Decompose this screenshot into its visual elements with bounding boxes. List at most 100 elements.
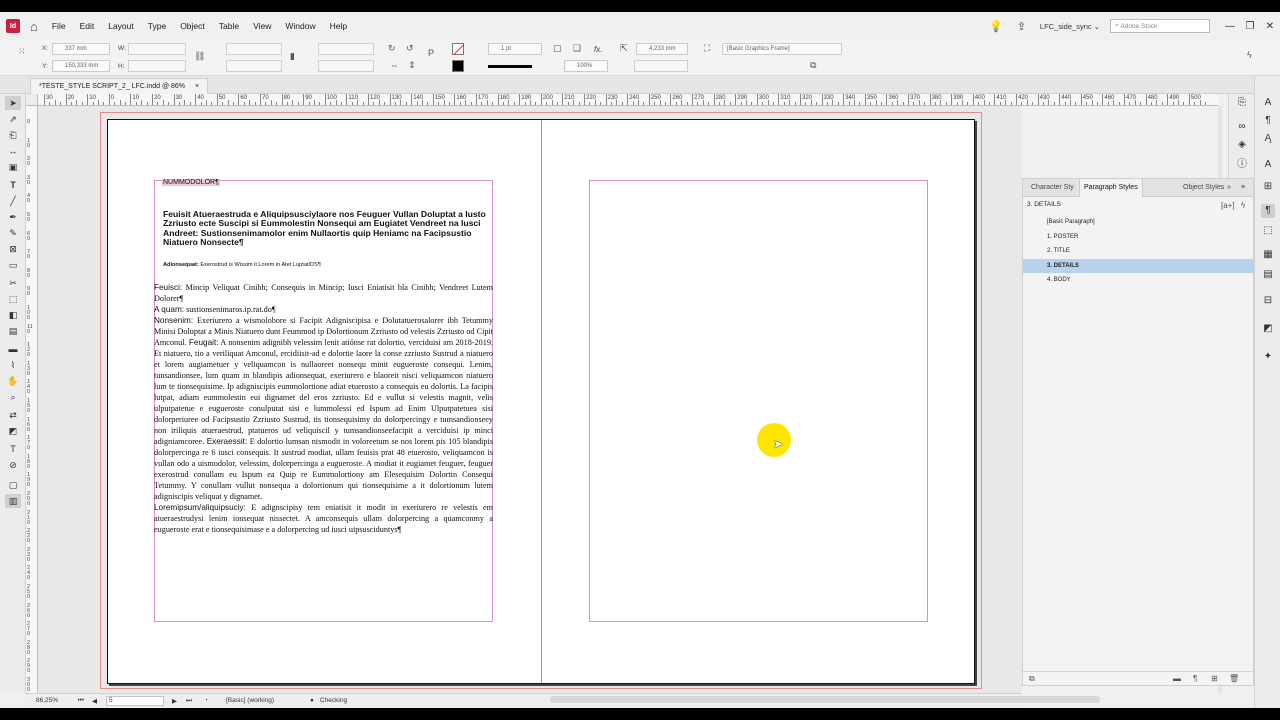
formatting-affects-icon[interactable]: T	[5, 442, 21, 456]
menu-layout[interactable]: Layout	[108, 21, 134, 31]
tab-character-styles[interactable]: Character Sty	[1027, 179, 1078, 197]
rectangle-tool-icon[interactable]: ▭	[5, 258, 21, 272]
close-window-button[interactable]: ✕	[1260, 21, 1280, 32]
pen-tool-icon[interactable]: ✒	[5, 210, 21, 224]
lightning-icon[interactable]: ϟ	[1247, 50, 1252, 60]
panel-lightning-icon[interactable]: ϟ	[1241, 201, 1245, 210]
menu-object[interactable]: Object	[180, 21, 205, 31]
home-icon[interactable]: ⌂	[30, 19, 38, 34]
stroke-swatch[interactable]	[452, 43, 464, 55]
screen-mode-icon[interactable]: ▢	[5, 478, 21, 492]
page-tool-icon[interactable]: ⎗	[5, 128, 21, 142]
direct-selection-tool-icon[interactable]: ⇗	[5, 112, 21, 126]
style-status[interactable]: [Basic] (working)	[226, 697, 274, 704]
scissors-tool-icon[interactable]: ✂	[5, 276, 21, 290]
horizontal-ruler[interactable]: 30 20 10 0 10 20 30 40 50 60 70 80 90 100 110 120 130 140…	[38, 94, 1218, 106]
minimize-button[interactable]: —	[1220, 21, 1240, 32]
paragraph-style-item[interactable]: 1. POSTER	[1023, 230, 1253, 244]
panel-expand-icon[interactable]: »	[1223, 179, 1235, 197]
cell-styles-panel-icon[interactable]: ⊟	[1261, 294, 1275, 308]
hand-tool-icon[interactable]: ✋	[5, 374, 21, 388]
fit-content-icon[interactable]: ⇱	[620, 43, 628, 54]
text-wrap-panel-icon[interactable]: ◩	[1261, 322, 1275, 336]
char-styles-panel-icon[interactable]: A	[1261, 158, 1275, 172]
title-text[interactable]: Feuisit Atueraestruda e Aliquipsusciylao…	[163, 209, 493, 248]
menu-window[interactable]: Window	[285, 21, 315, 31]
info-panel-icon[interactable]: ⓘ	[1235, 158, 1249, 172]
first-page-icon[interactable]: ⏮	[78, 697, 84, 705]
workspace-switcher[interactable]: LFC_side_sync ⌄	[1040, 22, 1100, 31]
cc-libraries-panel-icon[interactable]: ⊞	[1261, 180, 1275, 194]
ruler-origin[interactable]	[26, 94, 38, 106]
object-style-select[interactable]: [Basic Graphics Frame]	[722, 43, 842, 55]
clear-overrides-icon[interactable]: ⧉	[810, 60, 816, 71]
load-styles-icon[interactable]: ⧉	[1029, 674, 1035, 684]
table-styles-panel-icon[interactable]: ▤	[1261, 268, 1275, 282]
last-page-icon[interactable]: ⏭	[186, 697, 192, 705]
effects-panel-icon[interactable]: ✦	[1261, 350, 1275, 364]
menu-table[interactable]: Table	[219, 21, 239, 31]
x-position-field[interactable]: 337 mm	[52, 43, 110, 55]
layers-panel-icon[interactable]: ◈	[1235, 138, 1249, 152]
paragraph-styles-panel-icon[interactable]: ¶	[1261, 204, 1275, 218]
close-tab-icon[interactable]: ×	[195, 83, 199, 90]
page-spread[interactable]: NUMMODOLOR¶ Feuisit Atueraestruda e Aliq…	[107, 119, 975, 684]
links-panel-icon[interactable]: ∞	[1235, 120, 1249, 134]
character-panel-icon[interactable]: A	[1261, 96, 1275, 110]
new-style-icon[interactable]: ⊞	[1211, 674, 1218, 683]
stroke-type-selector[interactable]	[488, 65, 532, 68]
vertical-ruler[interactable]: 0 10 20 30 40 50 60 70 80 90 100 110 120 130 140 150 160…	[26, 106, 38, 694]
content-collector-icon[interactable]: ▣	[5, 160, 21, 174]
menu-view[interactable]: View	[253, 21, 271, 31]
delete-style-icon[interactable]: 🗑	[1229, 674, 1239, 683]
line-tool-icon[interactable]: ╱	[5, 194, 21, 208]
right-page-margin[interactable]	[589, 180, 928, 622]
flip-horizontal-icon[interactable]: ⇔	[390, 60, 399, 70]
folder-icon[interactable]: ▬	[1173, 674, 1181, 683]
maximize-button[interactable]: ❐	[1240, 21, 1260, 32]
details-text[interactable]: Adionsequat: Exerostrud is Wissim it Lor…	[163, 262, 493, 268]
open-page-icon[interactable]: ◔	[204, 697, 208, 704]
pasteboard[interactable]: NUMMODOLOR¶ Feuisit Atueraestruda e Aliq…	[38, 106, 1022, 693]
corner-shape-field[interactable]	[634, 60, 688, 72]
share-icon[interactable]: ⇪	[1017, 20, 1026, 33]
type-tool-icon[interactable]: T	[5, 178, 21, 192]
pages-panel-icon[interactable]: ⎘	[1235, 96, 1249, 110]
reference-point-icon[interactable]: ⁙	[18, 46, 26, 57]
opacity-field[interactable]: 100%	[564, 60, 608, 72]
adobe-stock-search[interactable]: ⌕ Adobe Stock	[1110, 19, 1210, 33]
gradient-tool-icon[interactable]: ◧	[5, 308, 21, 322]
menu-file[interactable]: File	[52, 21, 66, 31]
menu-type[interactable]: Type	[148, 21, 166, 31]
rotation-field[interactable]	[318, 43, 374, 55]
gap-tool-icon[interactable]: ↔	[5, 144, 21, 158]
note-tool-icon[interactable]: ▬	[5, 342, 21, 356]
eyedropper-tool-icon[interactable]: ⌇	[5, 358, 21, 372]
paragraph-style-item[interactable]: 3. DETAILS	[1023, 258, 1253, 273]
menu-edit[interactable]: Edit	[80, 21, 95, 31]
previous-page-icon[interactable]: ◀	[92, 697, 97, 705]
glyphs-panel-icon[interactable]: Ą	[1261, 132, 1275, 146]
shear-field[interactable]	[318, 60, 374, 72]
scale-x-field[interactable]	[226, 43, 282, 55]
height-field[interactable]	[128, 60, 186, 72]
new-group-icon[interactable]: [a+]	[1221, 201, 1235, 210]
scale-y-field[interactable]	[226, 60, 282, 72]
lightbulb-icon[interactable]: 💡	[989, 20, 1003, 33]
horizontal-scrollbar[interactable]	[550, 696, 1100, 703]
paragraph-style-item[interactable]: [Basic Paragraph]	[1023, 215, 1253, 229]
preflight-status[interactable]: Checking	[320, 697, 347, 704]
constrain-proportions-icon[interactable]: ⛓	[194, 51, 205, 62]
selection-tool-icon[interactable]: ➤	[5, 96, 21, 110]
fill-swatch[interactable]	[452, 60, 464, 72]
panel-menu-icon[interactable]: ≡	[1237, 179, 1249, 197]
stroke-weight-field[interactable]: 1 pt	[488, 43, 542, 55]
corner-size-field[interactable]: 4,233 mm	[636, 43, 688, 55]
rotate-ccw-icon[interactable]: ↺	[406, 43, 414, 54]
select-container-icon[interactable]: P	[428, 48, 434, 58]
next-page-icon[interactable]: ▶	[172, 697, 177, 705]
gradient-feather-tool-icon[interactable]: ▤	[5, 324, 21, 338]
frame-icon[interactable]: ▢	[553, 43, 562, 54]
document-tab[interactable]: *TESTE_STYLE SCRIPT_2_ LFC.indd @ 86% ×	[30, 78, 209, 94]
body-text[interactable]: Feuisci: Mincip Veliquat Cinibh; Consequ…	[154, 282, 493, 535]
